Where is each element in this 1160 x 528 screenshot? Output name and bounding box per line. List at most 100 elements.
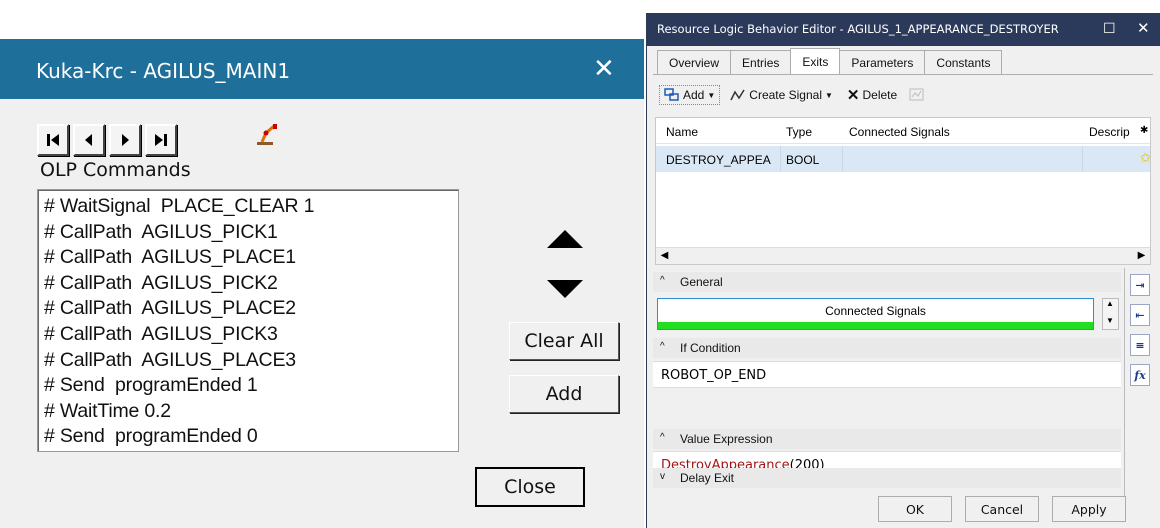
- function-icon[interactable]: fx: [1130, 364, 1150, 386]
- connected-signals-header: Connected Signals: [825, 304, 926, 318]
- if-condition-label: If Condition: [680, 341, 741, 355]
- entry-icon[interactable]: ⇥: [1130, 274, 1150, 296]
- side-toolbar: ⇥ ⇤ ≡ fx: [1124, 268, 1154, 498]
- column-divider: [1082, 146, 1083, 172]
- tab-entries[interactable]: Entries: [730, 50, 792, 74]
- robot-teach-button[interactable]: [253, 120, 281, 148]
- general-section-header[interactable]: ^ General: [653, 272, 1121, 292]
- list-item[interactable]: # CallPath AGILUS_PLACE3: [44, 348, 452, 374]
- chevron-up-icon: ^: [660, 432, 665, 443]
- horizontal-scrollbar[interactable]: ◀ ▶: [656, 247, 1150, 264]
- column-divider: [780, 146, 781, 172]
- last-icon: [155, 134, 167, 146]
- previous-button[interactable]: [73, 124, 105, 156]
- chevron-down-icon: ▼: [825, 90, 833, 100]
- scroll-right-icon[interactable]: ▶: [1134, 250, 1149, 263]
- delay-exit-section-header[interactable]: v Delay Exit: [653, 468, 1121, 488]
- col-name-header[interactable]: Name: [666, 125, 698, 139]
- first-button[interactable]: [37, 124, 69, 156]
- list-item[interactable]: # WaitSignal PLACE_CLEAR 1: [44, 194, 452, 220]
- add-dropdown-button[interactable]: Add ▼: [659, 85, 721, 105]
- col-connected-header[interactable]: Connected Signals: [849, 125, 950, 139]
- chevron-up-icon: ^: [660, 275, 665, 286]
- kuka-dialog: Kuka-Krc - AGILUS_MAIN1 ✕ OLP Commands #…: [0, 39, 644, 528]
- cell-type: BOOL: [786, 153, 820, 167]
- list-item[interactable]: # CallPath AGILUS_PICK3: [44, 322, 452, 348]
- connected-signals-green-bar: [658, 322, 1093, 329]
- tab-bar: Overview Entries Exits Parameters Consta…: [657, 48, 1003, 74]
- list-item[interactable]: # Send programEnded 0: [44, 424, 452, 450]
- scroll-up-icon[interactable]: ▲: [1106, 299, 1114, 308]
- create-signal-label: Create Signal: [749, 88, 822, 102]
- cell-name: DESTROY_APPEA: [666, 153, 771, 167]
- scroll-down-icon[interactable]: ▼: [1106, 316, 1114, 325]
- ok-button[interactable]: OK: [878, 496, 952, 522]
- rlbe-window-title: Resource Logic Behavior Editor - AGILUS_…: [657, 22, 1059, 36]
- close-icon[interactable]: ✕: [593, 54, 615, 84]
- scroll-left-icon[interactable]: ◀: [657, 250, 672, 263]
- list-item[interactable]: # CallPath AGILUS_PICK2: [44, 271, 452, 297]
- olp-commands-label: OLP Commands: [40, 159, 191, 181]
- pin-icon[interactable]: ✱: [1140, 125, 1148, 136]
- chevron-up-icon: ^: [660, 341, 665, 352]
- tab-exits[interactable]: Exits: [790, 48, 841, 74]
- tab-parameters[interactable]: Parameters: [839, 50, 926, 74]
- clear-all-button[interactable]: Clear All: [509, 322, 619, 360]
- vertical-scrollbar[interactable]: ▲ ▼: [1102, 298, 1119, 330]
- general-label: General: [680, 275, 723, 289]
- toolbar: Add ▼ Create Signal ▼ ✕ Delete: [659, 83, 929, 107]
- cancel-button[interactable]: Cancel: [965, 496, 1039, 522]
- value-expression-section-header[interactable]: ^ Value Expression: [653, 429, 1121, 449]
- exits-table: Name Type Connected Signals Descrip ✱ DE…: [655, 117, 1151, 265]
- connected-signals-panel[interactable]: Connected Signals: [657, 298, 1094, 330]
- apply-button[interactable]: Apply: [1052, 496, 1126, 522]
- tab-constants[interactable]: Constants: [924, 50, 1003, 74]
- last-button[interactable]: [145, 124, 177, 156]
- kuka-titlebar[interactable]: Kuka-Krc - AGILUS_MAIN1 ✕: [0, 39, 644, 99]
- rlbe-titlebar[interactable]: Resource Logic Behavior Editor - AGILUS_…: [647, 13, 1160, 46]
- delete-label: Delete: [862, 88, 898, 102]
- signal-wave-icon: [730, 89, 745, 101]
- column-divider: [842, 146, 843, 172]
- move-up-button[interactable]: [546, 219, 584, 259]
- if-condition-section-header[interactable]: ^ If Condition: [653, 338, 1121, 358]
- list-item[interactable]: # CallPath AGILUS_PLACE1: [44, 245, 452, 271]
- close-button[interactable]: Close: [475, 467, 585, 507]
- list-item[interactable]: # WaitTime 0.2: [44, 399, 452, 425]
- move-down-button[interactable]: [546, 269, 584, 309]
- table-header: Name Type Connected Signals Descrip ✱: [656, 118, 1150, 144]
- col-description-header[interactable]: Descrip: [1089, 125, 1135, 139]
- list-item[interactable]: # CallPath AGILUS_PICK1: [44, 220, 452, 246]
- olp-command-list[interactable]: # WaitSignal PLACE_CLEAR 1 # CallPath AG…: [37, 189, 459, 452]
- add-icon: [664, 88, 679, 101]
- first-icon: [47, 134, 59, 146]
- star-icon: ✩: [1140, 150, 1151, 165]
- chart-icon: [909, 88, 924, 101]
- list-item[interactable]: # Send programEnded 1: [44, 373, 452, 399]
- robot-teach-icon: [257, 124, 277, 145]
- delay-exit-label: Delay Exit: [680, 471, 735, 485]
- maximize-icon[interactable]: ☐: [1103, 20, 1116, 37]
- value-expression-label: Value Expression: [680, 432, 773, 446]
- list-item[interactable]: # CallPath AGILUS_PLACE2: [44, 296, 452, 322]
- up-arrow-icon: [547, 230, 583, 248]
- signal-icon[interactable]: ≡: [1130, 334, 1150, 356]
- resource-logic-behavior-editor: Resource Logic Behavior Editor - AGILUS_…: [646, 13, 1160, 528]
- chevron-down-icon: v: [660, 471, 665, 482]
- table-row[interactable]: DESTROY_APPEA BOOL ✩: [656, 146, 1151, 172]
- chevron-down-icon: ▼: [707, 90, 716, 100]
- disabled-chart-button[interactable]: [905, 86, 929, 104]
- add-label: Add: [683, 88, 705, 102]
- close-icon[interactable]: ✕: [1137, 19, 1150, 37]
- exit-icon[interactable]: ⇤: [1130, 304, 1150, 326]
- delete-button[interactable]: ✕ Delete: [843, 84, 901, 106]
- add-button[interactable]: Add: [509, 375, 619, 413]
- kuka-dialog-title: Kuka-Krc - AGILUS_MAIN1: [36, 59, 291, 83]
- if-condition-field[interactable]: ROBOT_OP_END: [653, 361, 1121, 388]
- tab-divider: [653, 74, 1153, 75]
- next-button[interactable]: [109, 124, 141, 156]
- create-signal-button[interactable]: Create Signal ▼: [726, 86, 837, 104]
- col-type-header[interactable]: Type: [786, 125, 812, 139]
- next-icon: [122, 134, 129, 146]
- tab-overview[interactable]: Overview: [657, 50, 732, 74]
